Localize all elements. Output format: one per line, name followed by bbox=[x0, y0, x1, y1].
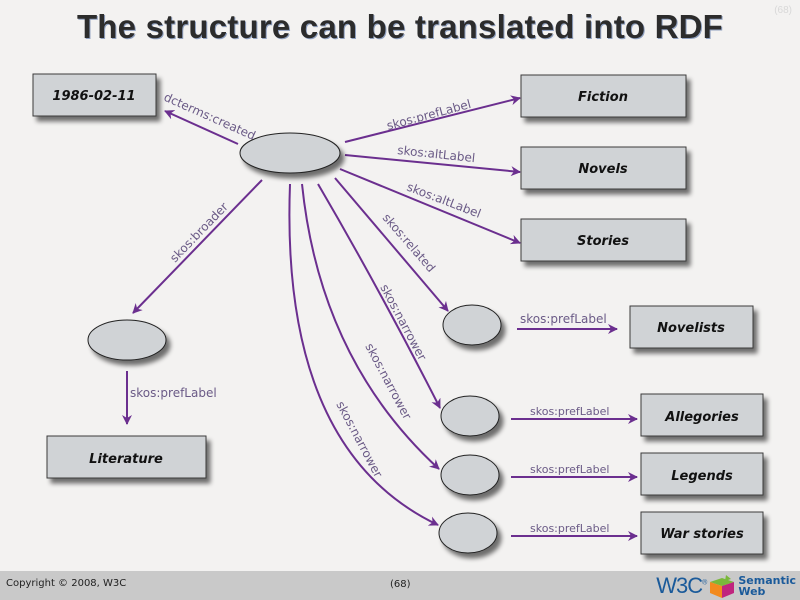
slide-footer: Copyright © 2008, W3C (68) W3C® Semantic… bbox=[0, 571, 800, 600]
literal-legends-text: Legends bbox=[671, 469, 733, 484]
label-novelists-preflabel: skos:prefLabel bbox=[520, 312, 607, 326]
footer-page-number: (68) bbox=[390, 579, 411, 590]
label-allegories-preflabel: skos:prefLabel bbox=[530, 405, 609, 418]
node-literature-concept[interactable] bbox=[87, 319, 167, 361]
literal-fiction-text: Fiction bbox=[578, 90, 628, 105]
edge-altlabel-stories bbox=[339, 168, 521, 245]
edge-narrower-2 bbox=[301, 183, 440, 470]
rdf-diagram: dcterms:created skos:prefLabel skos:altL… bbox=[32, 73, 764, 555]
semantic-web-text: Semantic Web bbox=[738, 574, 796, 598]
w3c-logo-text: W3C® bbox=[656, 573, 707, 598]
literal-date-text: 1986-02-11 bbox=[52, 89, 135, 104]
copyright-text: Copyright © 2008, W3C bbox=[6, 578, 127, 589]
literal-novelists-text: Novelists bbox=[657, 321, 725, 336]
label-war-preflabel: skos:prefLabel bbox=[530, 522, 609, 535]
label-narrower-1: skos:narrower bbox=[377, 282, 429, 363]
literal-stories-text: Stories bbox=[577, 234, 629, 249]
label-preflabel: skos:prefLabel bbox=[385, 97, 472, 133]
w3c-semantic-web-logo[interactable]: W3C® Semantic Web bbox=[656, 573, 796, 599]
node-legends-concept[interactable] bbox=[440, 454, 500, 496]
semantic-web-cube-icon bbox=[710, 575, 735, 598]
literal-novels-text: Novels bbox=[578, 162, 628, 177]
node-novelists-concept[interactable] bbox=[442, 304, 502, 346]
edge-broader bbox=[132, 179, 263, 314]
node-fiction-concept[interactable] bbox=[239, 132, 341, 174]
label-narrower-2: skos:narrower bbox=[362, 341, 414, 422]
label-legends-preflabel: skos:prefLabel bbox=[530, 463, 609, 476]
label-broader: skos:broader bbox=[167, 200, 231, 265]
literal-allegories-text: Allegories bbox=[664, 410, 739, 425]
literal-literature-text: Literature bbox=[89, 452, 163, 467]
label-literature-preflabel: skos:prefLabel bbox=[130, 386, 217, 400]
literal-war-stories-text: War stories bbox=[660, 527, 744, 542]
node-allegories-concept[interactable] bbox=[440, 395, 500, 437]
node-war-stories-concept[interactable] bbox=[438, 512, 498, 554]
